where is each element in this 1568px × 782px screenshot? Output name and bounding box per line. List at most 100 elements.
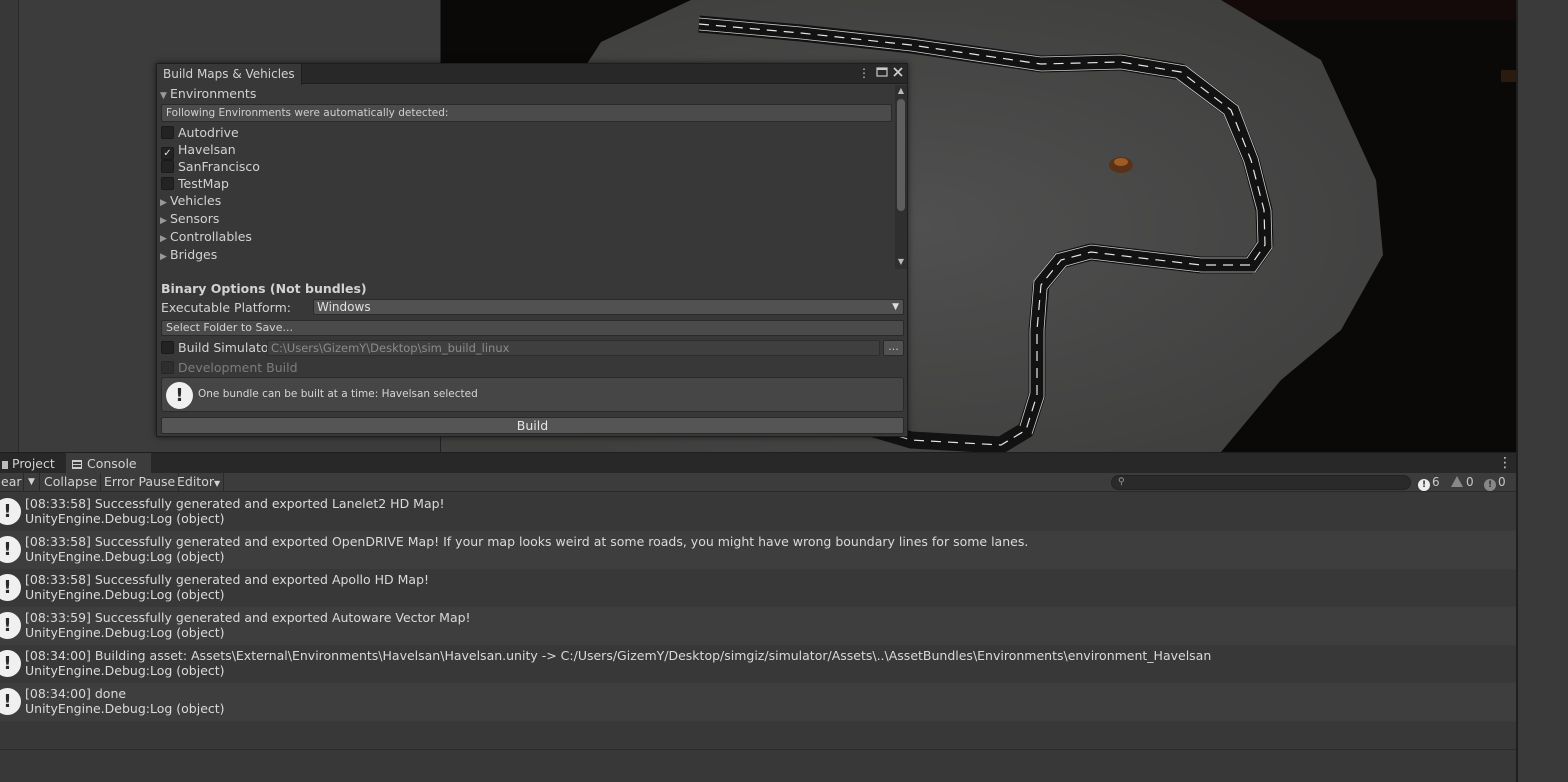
development-build-row: Development Build xyxy=(161,360,298,375)
info-count: 6 xyxy=(1432,475,1440,489)
editor-dropdown[interactable]: Editor▼ xyxy=(174,473,225,492)
error-count-toggle[interactable]: ! 0 xyxy=(1484,474,1506,491)
console-detail-divider[interactable] xyxy=(0,749,1516,750)
clear-options-dropdown-icon[interactable]: ▼ xyxy=(24,473,40,492)
console-toolbar: ear ▼ Collapse Error Pause Editor▼ ⚲ ! 6 … xyxy=(0,473,1516,492)
env-label: Autodrive xyxy=(178,125,239,140)
scroll-down-icon[interactable]: ▼ xyxy=(896,257,906,267)
env-label: SanFrancisco xyxy=(178,159,260,174)
info-exclamation-icon: ! xyxy=(0,650,21,677)
bottom-panel-tabs: Project Console ⋮ xyxy=(0,452,1518,474)
log-stack: UnityEngine.Debug:Log (object) xyxy=(25,587,225,602)
foldout-sensors[interactable]: ▶ Sensors xyxy=(160,210,219,228)
foldout-label: Controllables xyxy=(170,229,252,244)
warning-triangle-icon xyxy=(1451,476,1463,487)
editor-label: Editor xyxy=(177,474,214,489)
collapse-button[interactable]: Collapse xyxy=(41,473,102,492)
select-folder-button[interactable]: Select Folder to Save... xyxy=(161,320,904,336)
checkbox[interactable] xyxy=(161,177,174,190)
log-entry[interactable]: ! [08:33:59] Successfully generated and … xyxy=(0,607,1516,645)
binary-options-heading: Binary Options (Not bundles) xyxy=(161,281,367,296)
info-count-toggle[interactable]: ! 6 xyxy=(1418,474,1440,491)
env-label: TestMap xyxy=(178,176,229,191)
tab-project[interactable]: Project xyxy=(0,453,61,474)
log-message: [08:33:58] Successfully generated and ex… xyxy=(25,572,430,587)
maximize-icon[interactable] xyxy=(875,66,889,80)
hierarchy-panel-edge xyxy=(0,0,18,452)
environment-scroll-view[interactable]: ▼ Environments Following Environments wer… xyxy=(157,85,907,269)
foldout-label: Vehicles xyxy=(170,193,222,208)
info-exclamation-icon: ! xyxy=(0,498,21,525)
kebab-menu-icon[interactable]: ⋮ xyxy=(1492,453,1518,474)
log-entry[interactable]: ! [08:34:00] Building asset: Assets\Exte… xyxy=(0,645,1516,683)
executable-platform-dropdown[interactable]: Windows ▼ xyxy=(313,299,904,315)
right-edge-panel xyxy=(1516,0,1568,782)
env-label: Havelsan xyxy=(178,142,236,157)
env-checkbox-row[interactable]: Autodrive xyxy=(161,124,239,141)
build-simulator-checkbox[interactable] xyxy=(161,341,174,354)
help-message: One bundle can be built at a time: Havel… xyxy=(198,388,478,400)
log-entry[interactable]: ! [08:34:00] done UnityEngine.Debug:Log … xyxy=(0,683,1516,721)
foldout-vehicles[interactable]: ▶ Vehicles xyxy=(160,192,221,210)
foldout-environments[interactable]: ▼ Environments xyxy=(160,85,256,103)
log-message: [08:33:58] Successfully generated and ex… xyxy=(25,496,445,511)
caret-down-icon: ▼ xyxy=(892,302,899,312)
clear-button[interactable]: ear xyxy=(0,473,24,492)
warning-count-toggle[interactable]: 0 xyxy=(1451,474,1474,491)
tab-label: Project xyxy=(12,456,55,471)
log-entry[interactable]: ! [08:33:58] Successfully generated and … xyxy=(0,569,1516,607)
foldout-controllables[interactable]: ▶ Controllables xyxy=(160,228,252,246)
log-stack: UnityEngine.Debug:Log (object) xyxy=(25,663,225,678)
foldout-bridges[interactable]: ▶ Bridges xyxy=(160,246,217,264)
info-exclamation-icon: ! xyxy=(0,574,21,601)
env-checkbox-row[interactable]: TestMap xyxy=(161,175,229,192)
log-message: [08:34:00] done xyxy=(25,686,127,701)
build-simulator-path-field[interactable]: C:\Users\GizemY\Desktop\sim_build_linux xyxy=(267,340,880,356)
checkbox[interactable] xyxy=(161,126,174,139)
log-stack: UnityEngine.Debug:Log (object) xyxy=(25,625,225,640)
caret-down-icon: ▼ xyxy=(214,479,221,488)
folder-icon xyxy=(2,461,8,469)
env-checkbox-row[interactable]: SanFrancisco xyxy=(161,158,260,175)
log-stack: UnityEngine.Debug:Log (object) xyxy=(25,511,225,526)
tab-console[interactable]: Console xyxy=(66,453,151,474)
browse-button[interactable]: ... xyxy=(883,340,904,356)
detected-environments-note: Following Environments were automaticall… xyxy=(161,104,892,122)
window-titlebar[interactable]: Build Maps & Vehicles ⋮ xyxy=(157,64,907,85)
info-exclamation-icon: ! xyxy=(0,612,21,639)
log-message: [08:33:59] Successfully generated and ex… xyxy=(25,610,471,625)
console-search-input[interactable]: ⚲ xyxy=(1111,475,1411,490)
kebab-menu-icon[interactable]: ⋮ xyxy=(857,66,871,80)
foldout-label: Bridges xyxy=(170,247,218,262)
tab-label: Console xyxy=(87,456,137,471)
build-simulator-row[interactable]: Build Simulator: xyxy=(161,340,278,355)
scroll-thumb[interactable] xyxy=(897,99,905,211)
vertical-scrollbar[interactable]: ▲ ▼ xyxy=(895,85,907,269)
build-maps-vehicles-window[interactable]: Build Maps & Vehicles ⋮ ▼ Environments Fo… xyxy=(156,63,908,437)
triangle-right-icon: ▶ xyxy=(160,252,167,262)
env-checkbox-row[interactable]: ✓ Havelsan xyxy=(161,141,236,160)
log-entry[interactable]: ! [08:33:58] Successfully generated and … xyxy=(0,493,1516,531)
build-simulator-label: Build Simulator: xyxy=(178,340,278,355)
warning-count: 0 xyxy=(1466,475,1474,489)
checkbox[interactable] xyxy=(161,160,174,173)
scroll-up-icon[interactable]: ▲ xyxy=(896,86,906,96)
dropdown-value: Windows xyxy=(317,300,371,314)
log-stack: UnityEngine.Debug:Log (object) xyxy=(25,701,225,716)
foldout-label: Sensors xyxy=(170,211,220,226)
build-button[interactable]: Build xyxy=(161,417,904,434)
log-stack: UnityEngine.Debug:Log (object) xyxy=(25,549,225,564)
info-exclamation-icon: ! xyxy=(166,382,193,409)
error-pause-button[interactable]: Error Pause xyxy=(101,473,180,492)
error-circle-icon: ! xyxy=(1484,479,1496,491)
console-log-list[interactable]: ! [08:33:58] Successfully generated and … xyxy=(0,493,1516,782)
triangle-down-icon: ▼ xyxy=(160,91,167,101)
window-tab-title[interactable]: Build Maps & Vehicles xyxy=(157,64,302,85)
console-icon xyxy=(72,460,82,469)
log-entry[interactable]: ! [08:33:58] Successfully generated and … xyxy=(0,531,1516,569)
foldout-label: Environments xyxy=(170,86,257,101)
close-icon[interactable] xyxy=(891,66,905,80)
unity-editor: Build Maps & Vehicles ⋮ ▼ Environments Fo… xyxy=(0,0,1568,782)
log-message: [08:33:58] Successfully generated and ex… xyxy=(25,534,1029,549)
executable-platform-label: Executable Platform: xyxy=(161,300,291,315)
